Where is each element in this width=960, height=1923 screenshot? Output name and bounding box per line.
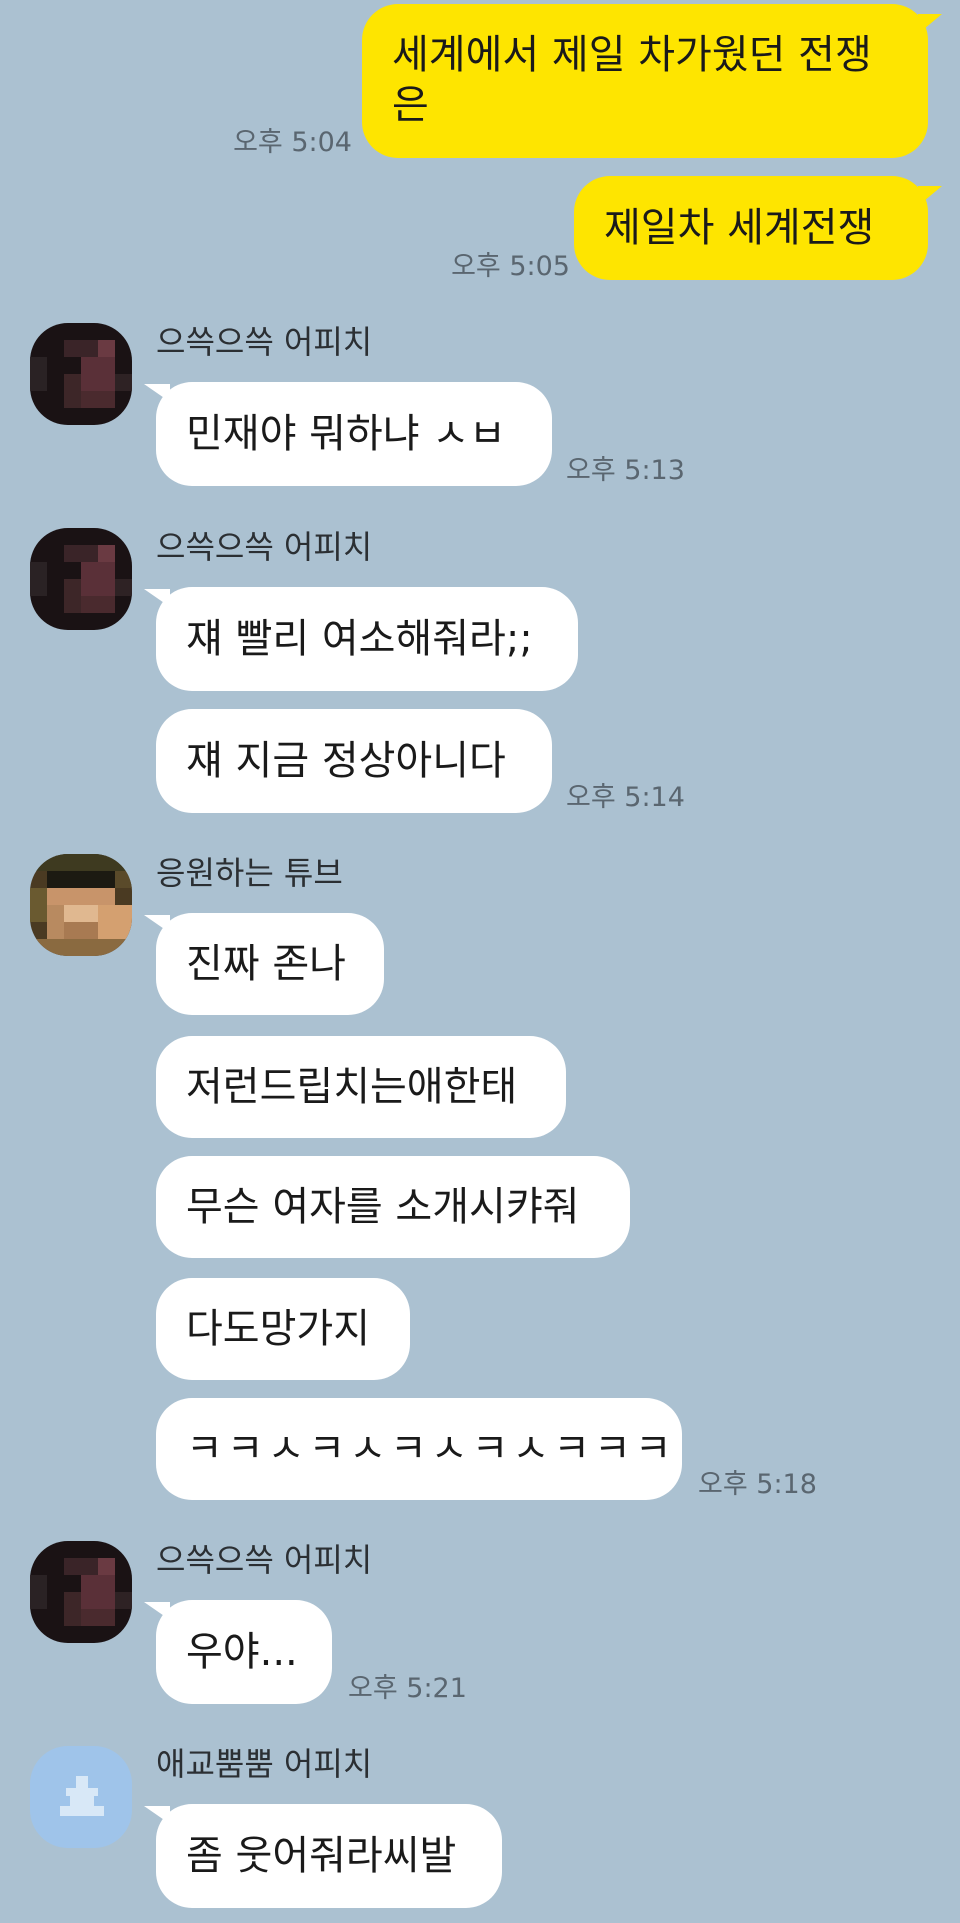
message-time: 오후 5:14 [566,782,685,813]
message-text: 좀 웃어줘라씨발 [186,1833,457,1879]
sender-name: 응원하는 튜브 [156,854,343,892]
message-time: 오후 5:04 [233,127,352,158]
message-text: 무슨 여자를 소개시캬줘 [186,1184,580,1230]
message-text: 세계에서 제일 차가웠던 전쟁은 [392,32,872,128]
message-time: 오후 5:13 [566,455,685,486]
sender-name: 으쓱으쓱 어피치 [156,528,373,566]
message-time: 오후 5:05 [451,251,570,282]
message-text: ㅋㅋㅅㅋㅅㅋㅅㅋㅅㅋㅋㅋ [186,1426,676,1472]
profile-avatar[interactable] [30,854,132,956]
profile-avatar[interactable] [30,323,132,425]
bubble-tail [918,14,942,34]
received-message-bubble[interactable]: 쟤 지금 정상아니다 [156,709,552,813]
message-text: 저런드립치는애한태 [186,1064,518,1110]
received-message-bubble[interactable]: 좀 웃어줘라씨발 [156,1804,502,1908]
received-message-bubble[interactable]: 쟤 빨리 여소해줘라;; [156,587,578,691]
received-message-bubble[interactable]: 우야... [156,1600,332,1704]
bubble-tail [918,186,942,206]
message-text: 다도망가지 [186,1306,370,1352]
message-time: 오후 5:18 [698,1469,817,1500]
message-text: 제일차 세계전쟁 [604,205,875,251]
message-text: 쟤 지금 정상아니다 [186,738,506,784]
profile-avatar[interactable] [30,528,132,630]
sender-name: 으쓱으쓱 어피치 [156,323,373,361]
person-silhouette-icon [60,1776,104,1816]
message-text: 우야... [186,1629,298,1675]
received-message-bubble[interactable]: 다도망가지 [156,1278,410,1380]
message-text: 민재야 뭐하냐 ㅅㅂ [186,411,506,457]
received-message-bubble[interactable]: 저런드립치는애한태 [156,1036,566,1138]
sender-name: 으쓱으쓱 어피치 [156,1541,373,1579]
profile-avatar[interactable] [30,1541,132,1643]
message-text: 쟤 빨리 여소해줘라;; [186,616,533,662]
default-profile-avatar[interactable] [30,1746,132,1848]
received-message-bubble[interactable]: ㅋㅋㅅㅋㅅㅋㅅㅋㅅㅋㅋㅋ [156,1398,682,1500]
message-time: 오후 5:21 [348,1673,467,1704]
message-text: 진짜 존나 [186,941,346,987]
sent-message-bubble[interactable]: 세계에서 제일 차가웠던 전쟁은 [362,4,928,158]
sender-name: 애교뿜뿜 어피치 [156,1745,373,1783]
received-message-bubble[interactable]: 진짜 존나 [156,913,384,1015]
sent-message-bubble[interactable]: 제일차 세계전쟁 [574,176,928,280]
received-message-bubble[interactable]: 민재야 뭐하냐 ㅅㅂ [156,382,552,486]
received-message-bubble[interactable]: 무슨 여자를 소개시캬줘 [156,1156,630,1258]
